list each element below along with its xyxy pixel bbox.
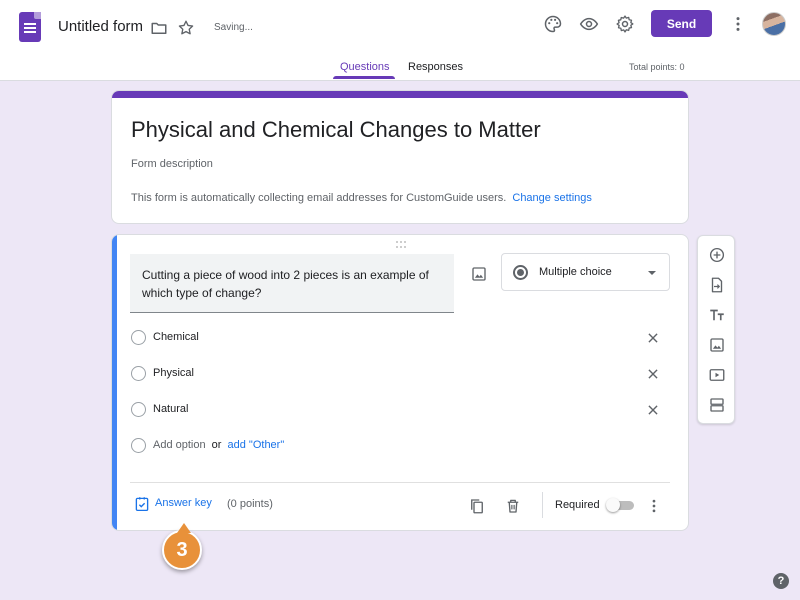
add-title-icon[interactable] bbox=[706, 304, 728, 326]
close-icon[interactable] bbox=[643, 400, 663, 420]
assignment-check-icon bbox=[130, 492, 154, 516]
or-text: or bbox=[211, 439, 222, 451]
card-divider bbox=[130, 482, 670, 483]
star-icon[interactable] bbox=[174, 16, 198, 40]
points-value: (0 points) bbox=[227, 498, 273, 510]
add-question-icon[interactable] bbox=[706, 244, 728, 266]
close-icon[interactable] bbox=[643, 328, 663, 348]
help-icon[interactable]: ? bbox=[773, 573, 789, 589]
saving-status: Saving... bbox=[214, 22, 253, 33]
add-other-link[interactable]: add "Other" bbox=[228, 439, 285, 451]
collect-email-text: This form is automatically collecting em… bbox=[131, 192, 507, 204]
add-section-icon[interactable] bbox=[706, 394, 728, 416]
answer-key-label: Answer key bbox=[155, 497, 212, 509]
total-points: Total points: 0 bbox=[629, 62, 685, 72]
option-row[interactable]: Natural bbox=[130, 400, 670, 420]
required-toggle[interactable] bbox=[606, 498, 634, 512]
eye-icon[interactable] bbox=[577, 12, 601, 36]
required-label: Required bbox=[555, 499, 600, 511]
theme-bar bbox=[112, 91, 688, 98]
step-callout-badge: 3 bbox=[162, 523, 202, 570]
header: Untitled form Saving... Send Questions R… bbox=[0, 0, 800, 81]
trash-icon[interactable] bbox=[501, 494, 525, 518]
add-option-text: Add option or add "Other" bbox=[153, 439, 284, 451]
change-settings-link[interactable]: Change settings bbox=[512, 192, 592, 204]
radio-circle-icon bbox=[131, 366, 146, 381]
side-toolbar bbox=[697, 235, 735, 424]
footer-separator bbox=[542, 492, 543, 518]
option-label[interactable]: Chemical bbox=[153, 331, 199, 343]
active-tab-indicator bbox=[333, 76, 395, 79]
tab-questions[interactable]: Questions bbox=[340, 61, 390, 73]
add-option-link[interactable]: Add option bbox=[153, 439, 206, 451]
form-description-field[interactable]: Form description bbox=[131, 158, 213, 170]
question-type-dropdown[interactable]: Multiple choice bbox=[501, 253, 670, 291]
radio-circle-icon bbox=[131, 330, 146, 345]
radio-button-checked-icon bbox=[513, 265, 528, 280]
option-label[interactable]: Physical bbox=[153, 367, 194, 379]
option-row[interactable]: Chemical bbox=[130, 328, 670, 348]
doc-title[interactable]: Untitled form bbox=[58, 18, 143, 35]
tab-responses[interactable]: Responses bbox=[408, 61, 463, 73]
more-vert-icon[interactable] bbox=[726, 12, 750, 36]
option-row[interactable]: Physical bbox=[130, 364, 670, 384]
radio-circle-icon bbox=[131, 438, 146, 453]
form-title-card[interactable]: Physical and Chemical Changes to Matter … bbox=[111, 90, 689, 224]
image-icon[interactable] bbox=[467, 262, 491, 286]
radio-circle-icon bbox=[131, 402, 146, 417]
add-image-icon[interactable] bbox=[706, 334, 728, 356]
collect-email-note: This form is automatically collecting em… bbox=[131, 192, 592, 204]
gear-icon[interactable] bbox=[613, 12, 637, 36]
more-vert-icon[interactable] bbox=[642, 494, 666, 518]
import-questions-icon[interactable] bbox=[706, 274, 728, 296]
add-video-icon[interactable] bbox=[706, 364, 728, 386]
option-label[interactable]: Natural bbox=[153, 403, 188, 415]
question-card[interactable]: Cutting a piece of wood into 2 pieces is… bbox=[111, 234, 689, 531]
close-icon[interactable] bbox=[643, 364, 663, 384]
add-option-row: Add option or add "Other" bbox=[130, 436, 670, 456]
palette-icon[interactable] bbox=[541, 12, 565, 36]
avatar[interactable] bbox=[762, 12, 786, 36]
question-text-field[interactable]: Cutting a piece of wood into 2 pieces is… bbox=[130, 254, 454, 313]
form-title[interactable]: Physical and Chemical Changes to Matter bbox=[131, 117, 541, 143]
duplicate-icon[interactable] bbox=[465, 494, 489, 518]
folder-icon[interactable] bbox=[147, 16, 171, 40]
question-type-label: Multiple choice bbox=[539, 266, 612, 278]
forms-app-icon[interactable] bbox=[19, 12, 41, 42]
drag-handle-icon[interactable] bbox=[396, 241, 408, 248]
send-button[interactable]: Send bbox=[651, 10, 712, 37]
dropdown-arrow-icon bbox=[648, 271, 656, 275]
active-question-bar bbox=[112, 235, 117, 530]
